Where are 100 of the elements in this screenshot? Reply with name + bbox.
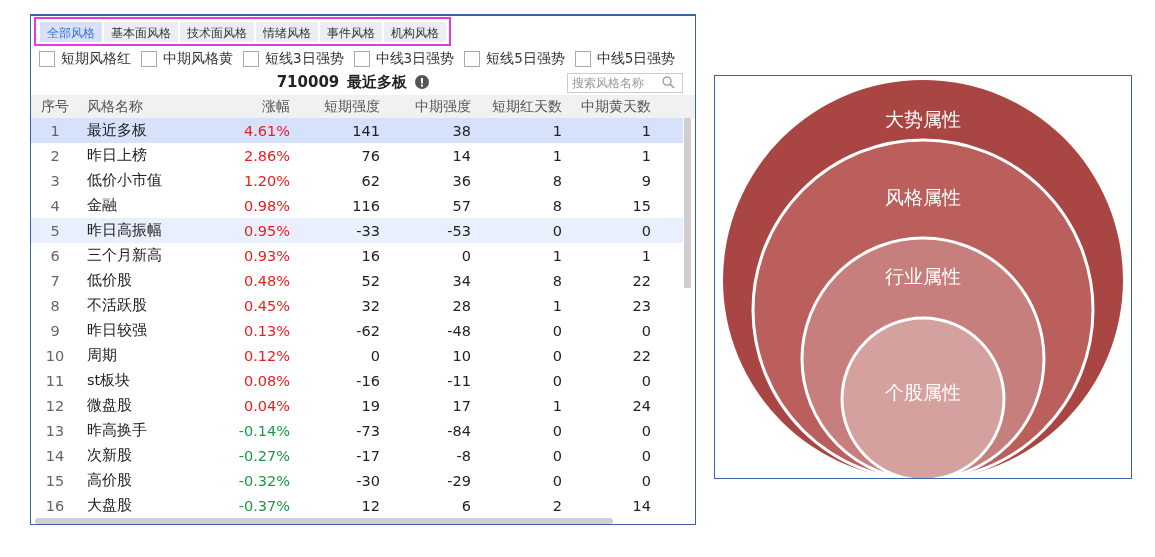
table-cell-text: -8	[455, 447, 471, 464]
table-cell-text: 13	[44, 422, 66, 439]
table-cell-text: 3	[49, 172, 61, 189]
scrollbar[interactable]	[35, 518, 613, 524]
table-cell-text: 24	[631, 397, 651, 414]
table-cell-text: 1	[551, 297, 562, 314]
table-cell-text: 9	[49, 322, 61, 339]
table-cell-text: 0	[640, 322, 651, 339]
table-cell-text: 16	[360, 247, 380, 264]
checkbox-label[interactable]: 中线5日强势	[596, 50, 676, 69]
table-cell-text: 22	[631, 347, 651, 364]
table-row[interactable]: 16 大盘股 -0.37% 12 6 2 14	[31, 493, 683, 518]
table-cell-text: 2	[551, 497, 562, 514]
style-code: 710009	[276, 73, 340, 92]
table-row[interactable]: 5 昨日高振幅 0.95% -33 -53 0 0	[31, 218, 683, 243]
table-cell-text: 0.13%	[242, 322, 290, 339]
table-cell-text: -11	[446, 372, 471, 389]
table-cell-text: -17	[355, 447, 380, 464]
table-cell-text: 0.98%	[242, 197, 290, 214]
checkbox[interactable]	[39, 51, 55, 68]
table-row[interactable]: 3 低价小市值 1.20% 62 36 8 9	[31, 168, 683, 193]
table-cell-text: 最近多板	[86, 121, 148, 140]
checkbox[interactable]	[574, 51, 591, 68]
table-cell-text: 34	[451, 272, 471, 289]
table-cell-text: 昨日较强	[86, 321, 148, 340]
table-cell-text: -0.37%	[237, 497, 290, 514]
table-cell-text: 22	[631, 272, 651, 289]
table-cell-text: 38	[451, 122, 471, 139]
table-cell-text: 11	[44, 372, 66, 389]
table-cell-text: 14	[44, 447, 66, 464]
info-icon[interactable]	[415, 75, 430, 90]
column-header: 短期红天数	[491, 97, 562, 116]
table-cell-text: 大盘股	[86, 496, 133, 515]
table-cell-text: 0	[551, 447, 562, 464]
checkbox[interactable]	[464, 51, 481, 68]
table-row[interactable]: 7 低价股 0.48% 52 34 8 22	[31, 268, 683, 293]
column-header: 中期黄天数	[580, 97, 651, 116]
table-row[interactable]: 4 金融 0.98% 116 57 8 15	[31, 193, 683, 218]
table-row[interactable]: 9 昨日较强 0.13% -62 -48 0 0	[31, 318, 683, 343]
tab[interactable]: 技术面风格	[180, 22, 254, 42]
tab[interactable]: 全部风格	[40, 22, 102, 42]
table-cell-text: 12	[360, 497, 380, 514]
table-cell-text: 0	[551, 322, 562, 339]
table-cell-text: 8	[551, 272, 562, 289]
checkbox[interactable]	[141, 51, 157, 68]
table-row[interactable]: 2 昨日上榜 2.86% 76 14 1 1	[31, 143, 683, 168]
search-field[interactable]: 搜索风格名称	[567, 72, 683, 93]
table-cell-text: 0.04%	[242, 397, 290, 414]
table-cell-text: 4.61%	[242, 122, 290, 139]
column-header: 短期强度	[323, 97, 380, 116]
table-cell-text: 2	[49, 147, 61, 164]
tab[interactable]: 事件风格	[320, 22, 382, 42]
tab[interactable]: 机构风格	[384, 22, 446, 42]
table-cell-text: 14	[451, 147, 471, 164]
table-cell-text: 10	[44, 347, 66, 364]
table-cell-text: 62	[360, 172, 380, 189]
checkbox-label[interactable]: 中期风格黄	[163, 50, 233, 69]
table-row[interactable]: 15 高价股 -0.32% -30 -29 0 0	[31, 468, 683, 493]
checkbox-label[interactable]: 短期风格红	[61, 50, 131, 69]
table-row[interactable]: 11 st板块 0.08% -16 -11 0 0	[31, 368, 683, 393]
column-header: 风格名称	[86, 97, 144, 116]
tab[interactable]: 情绪风格	[256, 22, 318, 42]
circle-label: 大势属性	[885, 108, 961, 130]
table-cell-text: 8	[49, 297, 61, 314]
circle-label: 风格属性	[885, 186, 961, 208]
table-row[interactable]: 13 昨高换手 -0.14% -73 -84 0 0	[31, 418, 683, 443]
checkbox[interactable]	[353, 51, 370, 68]
table-cell-text: 金融	[86, 196, 118, 215]
checkbox[interactable]	[243, 51, 259, 68]
table-row[interactable]: 1 最近多板 4.61% 141 38 1 1	[31, 118, 683, 143]
table-cell-text: -53	[446, 222, 471, 239]
table-cell-text: -0.27%	[237, 447, 290, 464]
checkbox-label[interactable]: 短线5日强势	[486, 50, 565, 69]
column-header: 中期强度	[414, 97, 471, 116]
table-row[interactable]: 6 三个月新高 0.93% 16 0 1 1	[31, 243, 683, 268]
table-cell-text: 16	[44, 497, 66, 514]
checkbox-label[interactable]: 短线3日强势	[265, 50, 344, 69]
table-cell-text: 1	[551, 147, 562, 164]
tab[interactable]: 基本面风格	[104, 22, 178, 42]
table-cell-text: -16	[355, 372, 380, 389]
table-row[interactable]: 8 不活跃股 0.45% 32 28 1 23	[31, 293, 683, 318]
table-cell-text: 7	[49, 272, 61, 289]
table-row[interactable]: 12 微盘股 0.04% 19 17 1 24	[31, 393, 683, 418]
table-cell-text: -62	[355, 322, 380, 339]
table-cell-text: 0.08%	[242, 372, 290, 389]
table-cell-text: 6	[460, 497, 471, 514]
table-cell-text: -48	[446, 322, 471, 339]
table-cell-text: 1	[640, 147, 651, 164]
table-cell-text: 周期	[86, 346, 118, 365]
table-cell-text: 0.48%	[242, 272, 290, 289]
checkbox-label[interactable]: 中线3日强势	[375, 50, 455, 69]
table-cell-text: 0	[551, 422, 562, 439]
table-row[interactable]: 10 周期 0.12% 0 10 0 22	[31, 343, 683, 368]
search-icon[interactable]	[662, 76, 675, 90]
table-cell-text: 57	[451, 197, 471, 214]
scrollbar[interactable]	[684, 118, 691, 288]
table-cell-text: 0.45%	[242, 297, 290, 314]
table-row[interactable]: 14 次新股 -0.27% -17 -8 0 0	[31, 443, 683, 468]
column-header: 序号	[40, 97, 70, 116]
table-cell-text: 0	[640, 372, 651, 389]
